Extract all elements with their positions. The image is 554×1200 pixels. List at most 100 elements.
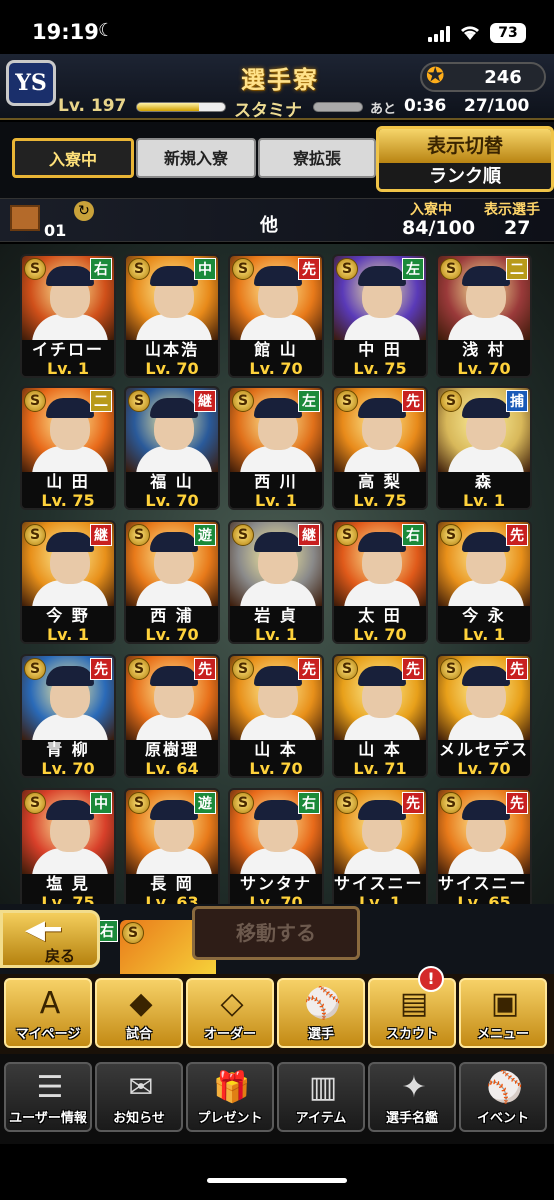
team-logo[interactable]: YS: [6, 60, 56, 106]
player-cap: [462, 532, 510, 552]
position-badge: 先: [298, 258, 320, 280]
player-card[interactable]: S 遊西 浦 Lv. 70: [124, 520, 220, 644]
dorm-building-icon: [10, 205, 40, 231]
player-card[interactable]: S 二山 田 Lv. 75: [20, 386, 116, 510]
level-stamina-bar: Lv. 197 スタミナ あと 0:36 27/100: [56, 96, 552, 121]
player-level: Lv. 1: [230, 626, 322, 642]
player-card[interactable]: S 左中 田 Lv. 75: [332, 254, 428, 378]
coin-counter[interactable]: ✪ 246: [420, 62, 546, 92]
player-card[interactable]: S 先メルセデス Lv. 70: [436, 654, 532, 778]
player-name: 高 梨: [334, 472, 426, 492]
nav_main-icon: ⚾: [304, 986, 342, 1021]
rank-s-icon: S: [440, 658, 462, 680]
nav_main-button-0[interactable]: A マイページ: [4, 978, 92, 1048]
player-level: Lv. 70: [438, 760, 530, 776]
player-level: Lv. 64: [126, 760, 218, 776]
nav_main-button-1[interactable]: ◆ 試合: [95, 978, 183, 1048]
rank-s-icon: S: [122, 922, 144, 944]
player-card[interactable]: S 左西 川 Lv. 1: [228, 386, 324, 510]
player-card[interactable]: S先サイスニードLv. 65: [436, 788, 532, 912]
moon-icon: ☾: [98, 20, 115, 41]
player-cap: [254, 800, 302, 820]
player-cap: [46, 800, 94, 820]
player-card[interactable]: S中塩 見 Lv. 75: [20, 788, 116, 912]
nav_sub-icon: ✉: [128, 1070, 154, 1105]
player-cap: [462, 398, 510, 418]
player-card[interactable]: S遊長 岡 Lv. 63: [124, 788, 220, 912]
tab-in-dorm[interactable]: 入寮中: [12, 138, 134, 178]
player-card[interactable]: S 右イチロー Lv. 1: [20, 254, 116, 378]
nav_sub-button-3[interactable]: ▥ アイテム: [277, 1062, 365, 1132]
nav_main-button-5[interactable]: ▣ メニュー: [459, 978, 547, 1048]
refresh-icon[interactable]: ↻: [74, 201, 94, 221]
nav_main-button-4[interactable]: ▤ スカウト: [368, 978, 456, 1048]
player-level: Lv. 70: [334, 626, 426, 642]
player-card[interactable]: S 右サンタナ Lv. 70: [228, 788, 324, 912]
rank-s-icon: S: [336, 792, 358, 814]
player-name: 原樹理: [126, 740, 218, 760]
player-card[interactable]: S 捕森 Lv. 1: [436, 386, 532, 510]
player-card[interactable]: S 先今 永 Lv. 1: [436, 520, 532, 644]
player-cap: [150, 800, 198, 820]
tab-dorm-expand[interactable]: 寮拡張: [258, 138, 376, 178]
rank-s-icon: S: [128, 792, 150, 814]
player-card[interactable]: S 先館 山 Lv. 70: [228, 254, 324, 378]
rank-s-icon: S: [440, 792, 462, 814]
rank-s-icon: S: [336, 524, 358, 546]
exp-gauge: [136, 102, 226, 112]
back-button[interactable]: ◀━ 戻る: [0, 910, 100, 968]
player-card[interactable]: S先サイスニードLv. 1: [332, 788, 428, 912]
position-badge: 左: [402, 258, 424, 280]
nav_main-label: スカウト: [385, 1027, 438, 1042]
nav_main-button-3[interactable]: ⚾ 選手: [277, 978, 365, 1048]
tab-new-entry[interactable]: 新規入寮: [136, 138, 256, 178]
main-nav: A マイページ ◆ 試合 ◇ オーダー ⚾ 選手 ▤ スカウト ▣ メニュー: [0, 974, 554, 1054]
player-card[interactable]: S 継今 野 Lv. 1: [20, 520, 116, 644]
nav_sub-button-5[interactable]: ⚾ イベント: [459, 1062, 547, 1132]
flame-coin-icon: ✪: [426, 64, 445, 89]
player-name: 塩 見: [22, 874, 114, 894]
player-card[interactable]: S 継岩 貞 Lv. 1: [228, 520, 324, 644]
player-name: 西 浦: [126, 606, 218, 626]
player-card[interactable]: S 先原樹理 Lv. 64: [124, 654, 220, 778]
battery-icon: 73: [490, 23, 526, 43]
rank-s-icon: S: [128, 390, 150, 412]
player-card[interactable]: S 先青 柳 Lv. 70: [20, 654, 116, 778]
home-indicator[interactable]: [207, 1178, 347, 1183]
nav_sub-button-0[interactable]: ☰ ユーザー情報: [4, 1062, 92, 1132]
display-switch-button[interactable]: 表示切替 ランク順: [376, 126, 554, 192]
nav_sub-button-2[interactable]: 🎁 プレゼント: [186, 1062, 274, 1132]
player-card[interactable]: S 二浅 村 Lv. 70: [436, 254, 532, 378]
action-row: S 右 ◀━ 戻る 移動する: [0, 904, 554, 974]
status-bar: 19:19 ☾ 73: [0, 0, 554, 62]
player-card[interactable]: S 右太 田 Lv. 70: [332, 520, 428, 644]
player-card[interactable]: S 先山 本 Lv. 71: [332, 654, 428, 778]
nav_main-icon: ▣: [490, 986, 520, 1021]
rank-s-icon: S: [24, 258, 46, 280]
player-card[interactable]: S 先山 本 Lv. 70: [228, 654, 324, 778]
player-level: Lv. 1: [22, 626, 114, 642]
rank-s-icon: S: [336, 390, 358, 412]
nav_main-button-2[interactable]: ◇ オーダー: [186, 978, 274, 1048]
back-label: 戻る: [45, 947, 76, 965]
rank-s-icon: S: [128, 258, 150, 280]
player-cap: [462, 800, 510, 820]
position-badge: 先: [506, 792, 528, 814]
nav_sub-icon: ⚾: [486, 1070, 524, 1105]
player-grid: S 右イチロー Lv. 1 S 中山本浩 Lv. 70 S 先館 山 Lv. 70 S 左中 田 Lv…: [0, 244, 554, 912]
player-card[interactable]: S 継福 山 Lv. 70: [124, 386, 220, 510]
player-cap: [254, 398, 302, 418]
nav_sub-button-1[interactable]: ✉ お知らせ: [95, 1062, 183, 1132]
player-name: 山 本: [230, 740, 322, 760]
nav_sub-icon: 🎁: [213, 1070, 251, 1105]
player-level: Lv. 70: [22, 760, 114, 776]
nav_main-label: オーダー: [203, 1027, 256, 1042]
nav_sub-button-4[interactable]: ✦ 選手名鑑: [368, 1062, 456, 1132]
player-card[interactable]: S 中山本浩 Lv. 70: [124, 254, 220, 378]
in-dorm-count: 84/100: [402, 217, 476, 239]
player-name: イチロー: [22, 340, 114, 360]
player-card[interactable]: S 先高 梨 Lv. 75: [332, 386, 428, 510]
rank-s-icon: S: [336, 258, 358, 280]
move-button[interactable]: 移動する: [192, 906, 360, 960]
nav_main-icon: ◇: [220, 986, 244, 1021]
